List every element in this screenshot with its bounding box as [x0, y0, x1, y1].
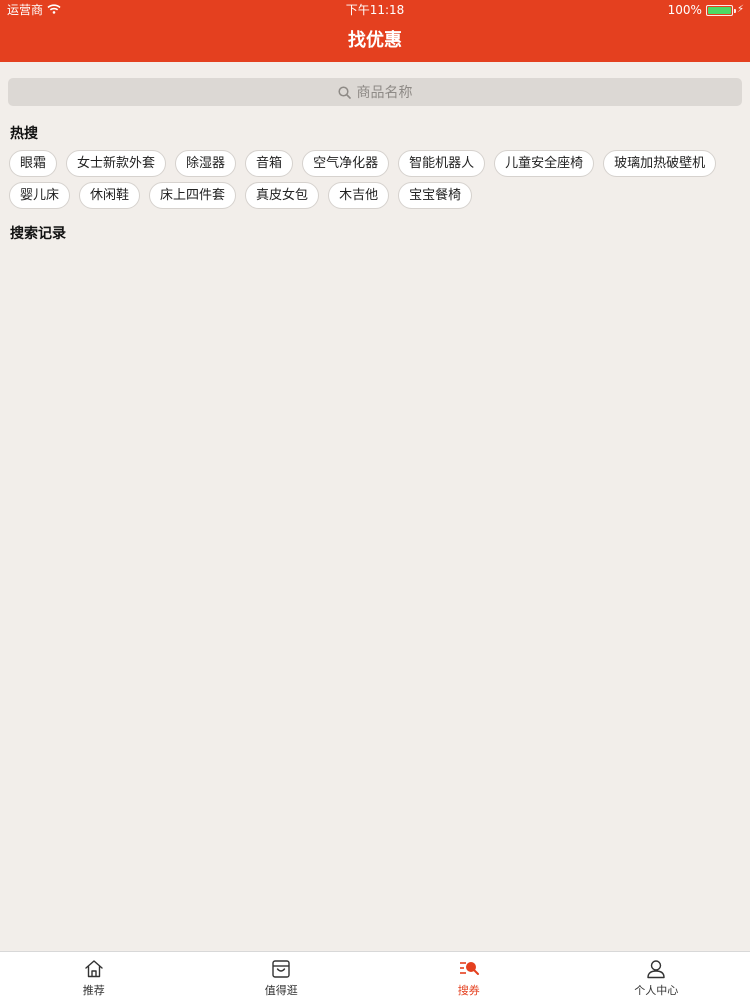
- hot-tag[interactable]: 真皮女包: [245, 182, 320, 209]
- shopping-box-icon: [270, 958, 292, 980]
- status-time: 下午11:18: [345, 3, 405, 17]
- hot-tag[interactable]: 除湿器: [175, 150, 237, 177]
- app-root: 运营商 下午11:18 100% ⚡ 找优惠 商品名称 热搜 眼霜 女士新款外套…: [0, 0, 750, 1000]
- hot-tag[interactable]: 智能机器人: [398, 150, 486, 177]
- hot-tag[interactable]: 宝宝餐椅: [398, 182, 473, 209]
- search-history-title: 搜索记录: [10, 226, 66, 242]
- charging-icon: ⚡: [736, 4, 744, 15]
- hot-tag[interactable]: 木吉他: [328, 182, 390, 209]
- hot-tag[interactable]: 玻璃加热破壁机: [603, 150, 717, 177]
- hot-tag[interactable]: 眼霜: [9, 150, 58, 177]
- hot-tag[interactable]: 休闲鞋: [79, 182, 141, 209]
- header: 运营商 下午11:18 100% ⚡ 找优惠: [0, 0, 750, 62]
- page-title: 找优惠: [348, 30, 402, 51]
- search-input[interactable]: 商品名称: [8, 78, 742, 106]
- tab-label: 推荐: [82, 984, 105, 997]
- tab-label: 个人中心: [634, 984, 679, 997]
- home-icon: [83, 958, 105, 980]
- hot-tag[interactable]: 婴儿床: [9, 182, 71, 209]
- tab-search-coupon[interactable]: 搜券: [375, 952, 563, 1000]
- tab-worth-browsing[interactable]: 值得逛: [188, 952, 376, 1000]
- tab-recommend[interactable]: 推荐: [0, 952, 188, 1000]
- hot-tags-row-1: 眼霜 女士新款外套 除湿器 音箱 空气净化器 智能机器人 儿童安全座椅 玻璃加热…: [9, 150, 717, 177]
- search-placeholder: 商品名称: [356, 85, 413, 101]
- tab-label: 搜券: [457, 984, 480, 997]
- user-icon: [645, 958, 667, 980]
- hot-search-title: 热搜: [10, 126, 38, 142]
- status-right: 100% ⚡: [668, 0, 744, 20]
- battery-percent: 100%: [667, 3, 702, 17]
- hot-tag[interactable]: 空气净化器: [302, 150, 390, 177]
- tab-label: 值得逛: [264, 984, 298, 997]
- search-coupon-icon: [458, 958, 480, 980]
- tab-bar: 推荐 值得逛 搜券 个人中心: [0, 951, 750, 1000]
- hot-tag[interactable]: 女士新款外套: [66, 150, 167, 177]
- hot-tag[interactable]: 音箱: [245, 150, 294, 177]
- battery-icon: [705, 4, 736, 16]
- hot-tags-row-2: 婴儿床 休闲鞋 床上四件套 真皮女包 木吉他 宝宝餐椅: [9, 182, 473, 209]
- tab-profile[interactable]: 个人中心: [563, 952, 750, 1000]
- search-icon: [337, 85, 351, 99]
- status-bar: 运营商 下午11:18 100% ⚡: [0, 0, 750, 20]
- hot-tag[interactable]: 床上四件套: [149, 182, 237, 209]
- hot-tag[interactable]: 儿童安全座椅: [494, 150, 595, 177]
